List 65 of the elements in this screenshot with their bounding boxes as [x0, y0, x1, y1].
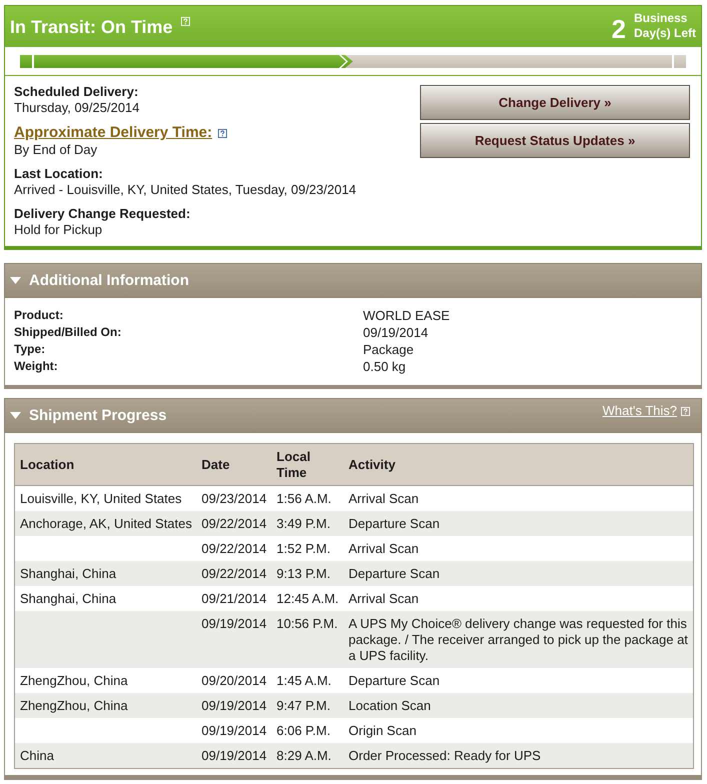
detail-label: Delivery Change Requested: — [14, 206, 192, 222]
table-cell: 09/20/2014 — [196, 668, 272, 693]
status-title: In Transit: On Time — [10, 16, 173, 38]
table-cell: 09/19/2014 — [196, 693, 272, 718]
days-left-label: Business Day(s) Left — [634, 11, 698, 41]
info-label: Product: — [14, 307, 64, 324]
info-label: Weight: — [14, 358, 59, 375]
table-cell: 09/22/2014 — [196, 536, 272, 561]
info-label: Shipped/Billed On: — [14, 324, 122, 341]
table-cell: 9:47 P.M. — [272, 693, 344, 718]
detail-value: Arrived - Louisville, KY, United States, Tuesday, 09/23/2014 — [14, 182, 356, 198]
section-title: Shipment Progress — [29, 406, 167, 424]
table-cell: 1:52 P.M. — [272, 536, 344, 561]
table-cell: Origin Scan — [344, 718, 694, 743]
table-cell: 3:49 P.M. — [272, 511, 344, 536]
table-cell: 6:06 P.M. — [272, 718, 344, 743]
table-cell: 10:56 P.M. — [272, 611, 344, 668]
detail-label: Scheduled Delivery: — [14, 84, 140, 100]
table-cell: 09/21/2014 — [196, 586, 272, 611]
table-cell: Arrival Scan — [344, 536, 694, 561]
table-cell: 09/19/2014 — [196, 743, 272, 768]
table-cell: 09/22/2014 — [196, 511, 272, 536]
table-cell: Anchorage, AK, United States — [14, 511, 196, 536]
detail-value: By End of Day — [14, 142, 98, 158]
days-left-count: 2 — [612, 14, 626, 44]
table-cell: 12:45 A.M. — [272, 586, 344, 611]
table-cell: 09/19/2014 — [196, 718, 272, 743]
table-cell: Order Processed: Ready for UPS — [344, 743, 694, 768]
table-cell: Location Scan — [344, 693, 694, 718]
table-cell: 09/19/2014 — [196, 611, 272, 668]
info-value: WORLD EASE — [363, 307, 451, 324]
info-value: Package — [363, 341, 415, 358]
table-cell: 09/22/2014 — [196, 561, 272, 586]
section-title: Additional Information — [29, 272, 189, 290]
table-cell: Departure Scan — [344, 561, 694, 586]
table-cell: 9:13 P.M. — [272, 561, 344, 586]
caret-icon[interactable] — [10, 277, 21, 284]
table-cell: 1:45 A.M. — [272, 668, 344, 693]
table-cell: ZhengZhou, China — [14, 668, 196, 693]
detail-label: Last Location: — [14, 166, 104, 182]
table-cell: Departure Scan — [344, 668, 694, 693]
table-cell: ZhengZhou, China — [14, 693, 196, 718]
table-cell: Louisville, KY, United States — [14, 486, 196, 511]
change-delivery-button[interactable]: Change Delivery » — [420, 85, 690, 120]
info-value: 0.50 kg — [363, 358, 407, 375]
table-cell: 09/23/2014 — [196, 486, 272, 511]
progress-start-cap — [20, 55, 32, 68]
help-icon[interactable] — [218, 128, 228, 138]
table-cell: China — [14, 743, 196, 768]
table-cell: Departure Scan — [344, 511, 694, 536]
detail-value: Thursday, 09/25/2014 — [14, 100, 141, 116]
table-cell: Shanghai, China — [14, 561, 196, 586]
detail-value: Hold for Pickup — [14, 222, 104, 238]
caret-icon[interactable] — [10, 412, 21, 419]
progress-end-cap — [674, 55, 686, 68]
status-updates-button[interactable]: Request Status Updates » — [420, 123, 690, 158]
table-cell: 8:29 A.M. — [272, 743, 344, 768]
table-cell: Shanghai, China — [14, 586, 196, 611]
table-cell: Arrival Scan — [344, 586, 694, 611]
table-cell: A UPS My Choice® delivery change was requested for this package. / The receiver arranged to pick up the package at a UPS facility. — [344, 611, 694, 668]
table-cell: Arrival Scan — [344, 486, 694, 511]
info-value: 09/19/2014 — [363, 324, 430, 341]
table-cell: 1:56 A.M. — [272, 486, 344, 511]
info-label: Type: — [14, 341, 46, 358]
delivery-time-link[interactable]: Approximate Delivery Time: — [14, 124, 212, 142]
